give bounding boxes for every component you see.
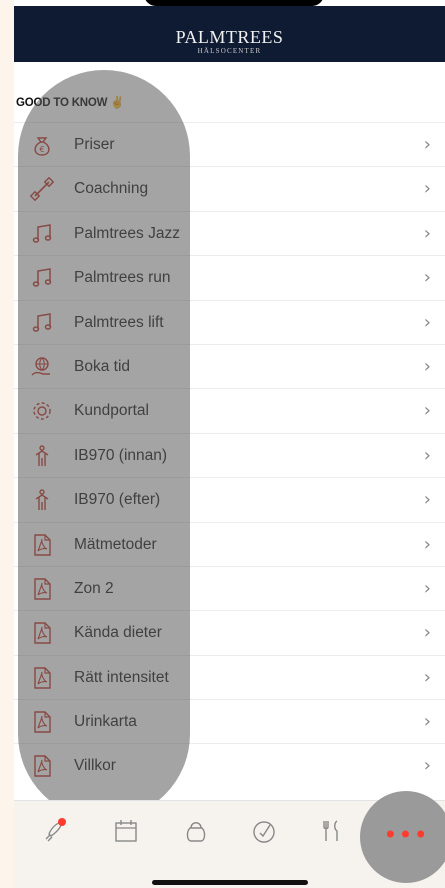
list-item[interactable]: Palmtrees lift › (14, 299, 445, 344)
list-item-label: IB970 (efter) (74, 491, 161, 509)
achievement-icon (253, 821, 275, 843)
tab-more[interactable]: ••• (360, 791, 445, 883)
tab-kettlebell[interactable] (176, 811, 216, 851)
chevron-right-icon: › (423, 666, 431, 688)
chevron-right-icon: › (423, 355, 431, 377)
music-note-icon (32, 268, 52, 287)
music-note-icon (32, 312, 52, 332)
pdf-icon (34, 711, 51, 733)
tab-bar: ••• (14, 791, 445, 888)
list-item[interactable]: Mätmetoder › (14, 521, 445, 566)
list-item[interactable]: Coachning › (14, 166, 445, 210)
brand-subtitle: HÄLSOCENTER (197, 47, 262, 55)
list-item-label: IB970 (innan) (74, 446, 168, 464)
globe-hand-icon (31, 357, 50, 376)
list-item-label: Kända dieter (74, 624, 162, 642)
calendar-icon (115, 820, 137, 842)
list-item-label: Palmtrees Jazz (74, 224, 180, 242)
list-item-label: Rätt intensitet (74, 668, 169, 686)
chevron-right-icon: › (423, 178, 431, 200)
section-heading: GOOD TO KNOW ✌ (16, 95, 125, 109)
victory-hand-icon: ✌ (110, 97, 125, 109)
list-item[interactable]: € Priser › (14, 122, 445, 166)
gears-icon (33, 402, 51, 421)
list-item[interactable]: Villkor › (14, 743, 445, 787)
chevron-right-icon: › (423, 444, 431, 466)
chevron-right-icon: › (423, 400, 431, 422)
list-item-label: Palmtrees lift (74, 313, 164, 331)
more-icon: ••• (383, 821, 429, 849)
home-indicator (152, 880, 308, 885)
kettlebell-icon (186, 822, 206, 842)
chevron-right-icon: › (423, 222, 431, 244)
list-item[interactable]: Kända dieter › (14, 610, 445, 654)
chevron-right-icon: › (423, 267, 431, 289)
list-item[interactable]: Palmtrees Jazz › (14, 210, 445, 255)
list-item[interactable]: Boka tid › (14, 343, 445, 388)
chevron-right-icon: › (423, 755, 431, 777)
music-note-icon (32, 223, 52, 243)
chevron-right-icon: › (423, 533, 431, 555)
list-item[interactable]: Palmtrees run › (14, 255, 445, 299)
app-screen: PALMTREES HÄLSOCENTER GOOD TO KNOW ✌ € Pr… (14, 0, 445, 888)
list-item[interactable]: Rätt intensitet › (14, 654, 445, 699)
list-item-label: Mätmetoder (74, 535, 157, 553)
info-list: € Priser › Coachning › Palmtrees Jazz › Palmtre… (14, 122, 445, 788)
list-item-label: Kundportal (74, 402, 149, 420)
pdf-icon (34, 578, 51, 600)
pdf-icon (34, 666, 51, 689)
chevron-right-icon: › (423, 577, 431, 599)
dumbbell-icon (30, 177, 54, 202)
list-item[interactable]: Zon 2 › (14, 565, 445, 610)
money-bag-icon: € (34, 137, 50, 156)
app-header: PALMTREES HÄLSOCENTER (14, 6, 445, 62)
tab-calendar[interactable] (106, 811, 146, 851)
fork-knife-icon (323, 820, 338, 841)
device-notch (144, 0, 324, 6)
pdf-icon (34, 533, 51, 556)
brand-name: PALMTREES (175, 27, 284, 47)
list-item[interactable]: Urinkarta › (14, 699, 445, 743)
pdf-icon (34, 622, 51, 644)
list-item-label: Boka tid (74, 357, 131, 375)
list-item[interactable]: IB970 (efter) › (14, 477, 445, 521)
person-arrow-icon (35, 489, 49, 511)
chevron-right-icon: › (423, 489, 431, 511)
list-item[interactable]: IB970 (innan) › (14, 432, 445, 477)
tab-rocket[interactable] (34, 811, 74, 851)
tab-food[interactable] (312, 811, 352, 851)
chevron-right-icon: › (423, 622, 431, 644)
list-item-label: Zon 2 (74, 579, 114, 597)
list-item-label: Coachning (74, 180, 149, 198)
tab-achievement[interactable] (244, 811, 284, 851)
section-heading-text: GOOD TO KNOW (16, 97, 108, 109)
list-item[interactable]: Kundportal › (14, 388, 445, 432)
chevron-right-icon: › (423, 711, 431, 733)
rocket-icon (45, 818, 66, 842)
list-item-label: Palmtrees run (74, 269, 171, 287)
list-item-label: Villkor (74, 757, 116, 775)
svg-text:€: € (39, 145, 44, 154)
list-item-label: Urinkarta (74, 713, 137, 731)
chevron-right-icon: › (423, 134, 431, 155)
list-item-label: Priser (74, 136, 115, 153)
chevron-right-icon: › (423, 311, 431, 333)
person-arrow-icon (35, 445, 49, 466)
pdf-icon (34, 755, 51, 778)
